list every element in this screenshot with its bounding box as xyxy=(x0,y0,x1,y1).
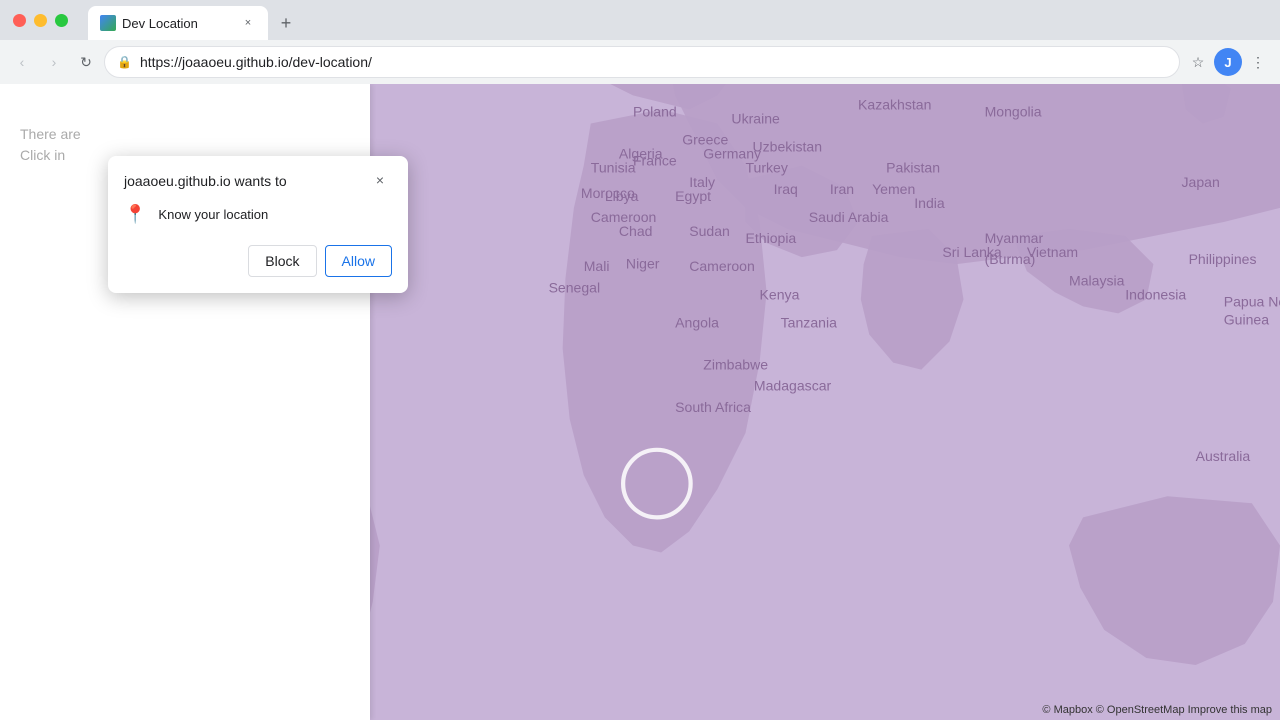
permission-label: Know your location xyxy=(158,207,268,222)
address-bar: ‹ › ↻ 🔒 https://joaaoeu.github.io/dev-lo… xyxy=(0,40,1280,84)
svg-text:Ethiopia: Ethiopia xyxy=(745,230,796,246)
dialog-header: joaaoeu.github.io wants to × xyxy=(108,156,408,200)
reload-button[interactable]: ↻ xyxy=(72,48,100,76)
svg-text:Mali: Mali xyxy=(584,258,610,274)
svg-text:Iran: Iran xyxy=(830,181,854,197)
page-content: United States Norway Sweden Finland Russ… xyxy=(0,84,1280,720)
block-button[interactable]: Block xyxy=(248,245,316,277)
tab-bar: Dev Location × + xyxy=(0,0,1280,40)
new-tab-button[interactable]: + xyxy=(272,9,300,37)
svg-text:Poland: Poland xyxy=(633,103,677,119)
svg-text:Senegal: Senegal xyxy=(549,279,601,295)
svg-text:Angola: Angola xyxy=(675,314,719,330)
dialog-actions: Block Allow xyxy=(108,237,408,293)
active-tab[interactable]: Dev Location × xyxy=(88,6,268,40)
svg-text:Morocco: Morocco xyxy=(581,185,635,201)
menu-button[interactable]: ⋮ xyxy=(1244,48,1272,76)
svg-text:Japan: Japan xyxy=(1182,174,1220,190)
window-controls xyxy=(0,0,80,40)
dialog-title: joaaoeu.github.io wants to xyxy=(124,172,287,192)
forward-button[interactable]: › xyxy=(40,48,68,76)
svg-text:Tanzania: Tanzania xyxy=(781,314,837,330)
svg-text:South Africa: South Africa xyxy=(675,399,751,415)
location-icon: 📍 xyxy=(124,204,146,225)
svg-text:Tunisia: Tunisia xyxy=(591,160,636,176)
bookmark-button[interactable]: ☆ xyxy=(1184,48,1212,76)
permission-dialog-overlay: joaaoeu.github.io wants to × 📍 Know your… xyxy=(108,156,408,293)
svg-text:Indonesia: Indonesia xyxy=(1125,286,1186,302)
allow-button[interactable]: Allow xyxy=(325,245,392,277)
svg-text:Papua New: Papua New xyxy=(1224,293,1280,309)
svg-text:Vietnam: Vietnam xyxy=(1027,244,1078,260)
svg-text:Algeria: Algeria xyxy=(619,146,663,162)
svg-text:India: India xyxy=(914,195,945,211)
svg-text:Ukraine: Ukraine xyxy=(731,110,780,126)
svg-text:Cameroon: Cameroon xyxy=(689,258,755,274)
svg-text:Chad: Chad xyxy=(619,223,653,239)
back-button[interactable]: ‹ xyxy=(8,48,36,76)
window-minimize-button[interactable] xyxy=(34,14,47,27)
url-bar[interactable]: 🔒 https://joaaoeu.github.io/dev-location… xyxy=(104,46,1180,78)
svg-text:Cameroon: Cameroon xyxy=(591,209,657,225)
svg-text:Madagascar: Madagascar xyxy=(754,378,832,394)
svg-text:Greece: Greece xyxy=(682,132,728,148)
svg-text:Turkey: Turkey xyxy=(745,160,787,176)
dialog-close-button[interactable]: × xyxy=(368,168,392,192)
svg-text:Egypt: Egypt xyxy=(675,188,711,204)
svg-text:Yemen: Yemen xyxy=(872,181,915,197)
tab-title: Dev Location xyxy=(122,16,234,31)
address-actions: ☆ J ⋮ xyxy=(1184,48,1272,76)
tab-close-button[interactable]: × xyxy=(240,15,256,31)
svg-text:Guinea: Guinea xyxy=(1224,312,1269,328)
svg-text:Malaysia: Malaysia xyxy=(1069,272,1125,288)
svg-text:Saudi Arabia: Saudi Arabia xyxy=(809,209,889,225)
window-close-button[interactable] xyxy=(13,14,26,27)
dialog-permission-row: 📍 Know your location xyxy=(108,200,408,237)
browser-frame: Dev Location × + ‹ › ↻ 🔒 https://joaaoeu… xyxy=(0,0,1280,720)
svg-text:Niger: Niger xyxy=(626,255,660,271)
window-maximize-button[interactable] xyxy=(55,14,68,27)
map-attribution: © Mapbox © OpenStreetMap Improve this ma… xyxy=(1042,704,1272,716)
tab-favicon xyxy=(100,15,116,31)
svg-text:Pakistan: Pakistan xyxy=(886,160,940,176)
url-text: https://joaaoeu.github.io/dev-location/ xyxy=(140,54,1167,70)
svg-text:Uzbekistan: Uzbekistan xyxy=(753,139,823,155)
svg-text:Mongolia: Mongolia xyxy=(985,103,1042,119)
svg-text:Kenya: Kenya xyxy=(760,286,800,302)
security-icon: 🔒 xyxy=(117,55,132,69)
profile-avatar[interactable]: J xyxy=(1214,48,1242,76)
svg-text:Philippines: Philippines xyxy=(1189,251,1257,267)
permission-dialog: joaaoeu.github.io wants to × 📍 Know your… xyxy=(108,156,408,293)
svg-text:Sudan: Sudan xyxy=(689,223,730,239)
svg-text:Kazakhstan: Kazakhstan xyxy=(858,96,931,112)
svg-text:Zimbabwe: Zimbabwe xyxy=(703,357,768,373)
svg-text:Iraq: Iraq xyxy=(774,181,798,197)
svg-text:Australia: Australia xyxy=(1196,448,1251,464)
